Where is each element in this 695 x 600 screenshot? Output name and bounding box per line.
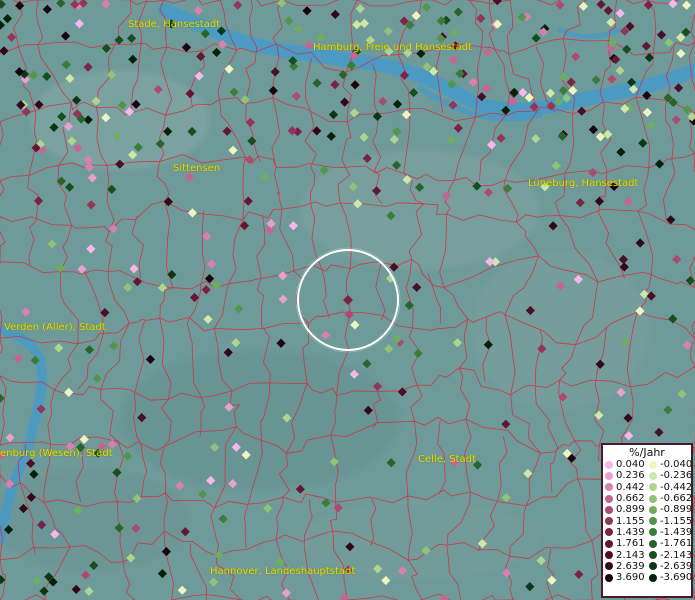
legend-item-positive: 0.236 (605, 470, 649, 481)
legend-swatch (605, 505, 613, 514)
legend-swatch (649, 562, 657, 571)
legend-label: -0.442 (660, 481, 693, 493)
city-label-hamburg: Hamburg, Freie und Hansestadt (313, 42, 472, 53)
city-label-sittensen: Sittensen (173, 163, 221, 174)
legend-swatch (605, 528, 613, 537)
legend-item-positive: 0.662 (605, 493, 649, 504)
legend-item-negative: -0.040 (649, 459, 693, 470)
legend-item-negative: -0.899 (649, 504, 693, 515)
legend-swatch (649, 517, 657, 526)
legend-label: -0.040 (660, 459, 693, 471)
legend-swatch (605, 573, 613, 582)
legend-swatch (649, 460, 657, 469)
legend-label: -1.439 (660, 526, 693, 538)
map-legend: %/Jahr 0.040 -0.040 0.236 -0.236 0.442 -0.442… (601, 443, 693, 598)
map-canvas (0, 0, 695, 600)
legend-label: 0.662 (616, 493, 645, 505)
legend-item-positive: 1.155 (605, 515, 649, 527)
legend-label: -0.899 (660, 504, 693, 516)
legend-swatch (605, 551, 613, 560)
legend-label: -1.761 (660, 538, 693, 550)
legend-label: 0.040 (616, 459, 645, 471)
legend-item-negative: -3.690 (649, 572, 693, 583)
legend-item-positive: 2.639 (605, 561, 649, 572)
legend-item-positive: 3.690 (605, 572, 649, 583)
legend-grid: 0.040 -0.040 0.236 -0.236 0.442 -0.442 0.662 -0… (603, 459, 693, 583)
city-label-hannover: Hannover, Landeshauptstadt (210, 566, 356, 577)
legend-item-positive: 1.761 (605, 538, 649, 549)
legend-item-negative: -0.442 (649, 482, 693, 493)
legend-item-positive: 0.442 (605, 482, 649, 493)
legend-swatch (649, 528, 657, 537)
legend-item-negative: -1.155 (649, 515, 693, 527)
legend-item-positive: 0.899 (605, 504, 649, 515)
legend-label: -2.639 (660, 560, 693, 572)
city-label-celle: Celle, Stadt (418, 454, 476, 465)
city-label-lueneburg: Lüneburg, Hansestadt (528, 178, 639, 189)
legend-swatch (649, 483, 657, 492)
city-label-stade: Stade, Hansestadt (128, 19, 221, 30)
legend-title: %/Jahr (629, 446, 665, 459)
legend-label: 1.155 (616, 515, 645, 527)
legend-item-negative: -0.662 (649, 493, 693, 504)
legend-item-positive: 1.439 (605, 527, 649, 538)
legend-swatch (649, 471, 657, 480)
legend-swatch (605, 460, 613, 469)
legend-item-negative: -1.439 (649, 527, 693, 538)
legend-item-positive: 0.040 (605, 459, 649, 470)
legend-label: 3.690 (616, 572, 645, 584)
legend-swatch (605, 517, 613, 526)
legend-item-negative: -0.236 (649, 470, 693, 481)
legend-item-positive: 2.143 (605, 549, 649, 561)
legend-label: -0.662 (660, 493, 693, 505)
legend-swatch (649, 573, 657, 582)
legend-swatch (649, 505, 657, 514)
legend-label: 0.899 (616, 504, 645, 516)
legend-item-negative: -2.639 (649, 561, 693, 572)
legend-label: 1.439 (616, 526, 645, 538)
legend-label: -1.155 (660, 515, 693, 527)
map-view[interactable]: Stade, Hansestadt Hamburg, Freie und Han… (0, 0, 695, 600)
legend-label: 1.761 (616, 538, 645, 550)
legend-item-negative: -1.761 (649, 538, 693, 549)
legend-item-negative: -2.143 (649, 549, 693, 561)
legend-label: 0.236 (616, 470, 645, 482)
legend-label: -3.690 (660, 572, 693, 584)
legend-label: -2.143 (660, 549, 693, 561)
legend-swatch (605, 471, 613, 480)
legend-swatch (649, 539, 657, 548)
legend-swatch (649, 494, 657, 503)
legend-label: 2.639 (616, 560, 645, 572)
city-label-nienburg: enburg (Wesen), Stadt (0, 448, 113, 459)
legend-swatch (605, 539, 613, 548)
legend-swatch (605, 483, 613, 492)
legend-label: 0.442 (616, 481, 645, 493)
legend-label: 2.143 (616, 549, 645, 561)
legend-swatch (649, 551, 657, 560)
legend-swatch (605, 494, 613, 503)
city-label-verden: Verden (Aller), Stadt (4, 322, 106, 333)
legend-label: -0.236 (660, 470, 693, 482)
legend-swatch (605, 562, 613, 571)
